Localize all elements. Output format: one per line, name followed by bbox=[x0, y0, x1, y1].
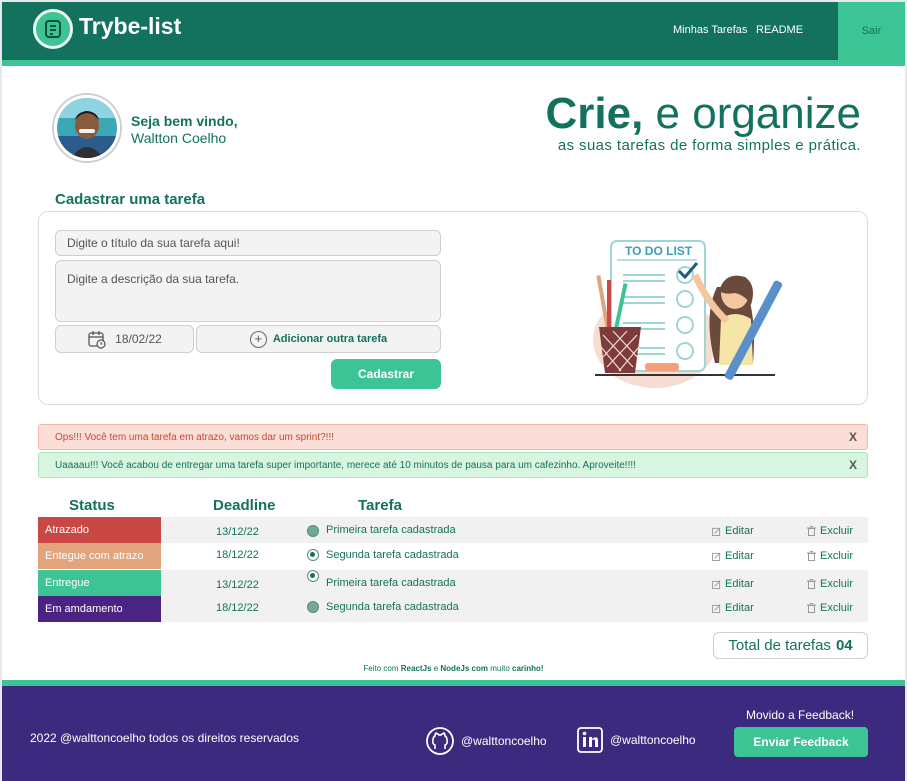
delete-label: Excluir bbox=[820, 602, 854, 614]
delivered-task-alert: Uaaaau!!! Você acabou de entregar uma ta… bbox=[38, 452, 868, 478]
delivered-task-alert-text: Uaaaau!!! Você acabou de entregar uma ta… bbox=[55, 459, 636, 471]
user-name: Waltton Coelho bbox=[131, 130, 227, 146]
delete-task-button[interactable]: Excluir bbox=[807, 550, 853, 562]
task-deadline: 18/12/22 bbox=[216, 549, 259, 561]
linkedin-link[interactable]: @walttoncoelho bbox=[576, 726, 696, 754]
nav-readme[interactable]: README bbox=[756, 24, 803, 36]
delete-label: Excluir bbox=[820, 525, 854, 537]
task-radio[interactable] bbox=[307, 525, 319, 537]
column-header-task: Tarefa bbox=[358, 497, 402, 514]
linkedin-icon bbox=[577, 727, 603, 753]
send-feedback-button[interactable]: Enviar Feedback bbox=[734, 727, 868, 757]
form-section-title: Cadastrar uma tarefa bbox=[55, 191, 206, 208]
late-task-alert-text: Ops!!! Você tem uma tarefa em atrazo, va… bbox=[55, 431, 335, 443]
trash-icon bbox=[807, 603, 816, 613]
hero-title-bold: Crie, bbox=[545, 89, 644, 138]
edit-icon bbox=[712, 552, 721, 561]
task-total-label: Total de tarefas bbox=[728, 637, 831, 654]
task-name: Segunda tarefa cadastrada bbox=[326, 549, 459, 561]
edit-icon bbox=[712, 527, 721, 536]
task-name: Primeira tarefa cadastrada bbox=[326, 524, 456, 536]
delete-task-button[interactable]: Excluir bbox=[807, 578, 853, 590]
todo-list-heading: TO DO LIST bbox=[625, 244, 693, 258]
feedback-prompt: Movido a Feedback! bbox=[746, 708, 855, 722]
edit-task-button[interactable]: Editar bbox=[712, 602, 754, 614]
made-with-react: ReactJs bbox=[400, 664, 432, 673]
made-with-suffix: carinho! bbox=[512, 664, 544, 673]
made-with-middle: muito bbox=[490, 664, 510, 673]
edit-icon bbox=[712, 580, 721, 589]
delete-label: Excluir bbox=[820, 550, 854, 562]
made-with-prefix: Feito com bbox=[363, 664, 399, 673]
calendar-icon bbox=[88, 331, 106, 349]
table-row bbox=[161, 596, 868, 622]
delete-label: Excluir bbox=[820, 578, 854, 590]
made-with-and: e bbox=[433, 664, 439, 673]
user-photo bbox=[57, 98, 117, 158]
avatar bbox=[54, 95, 120, 161]
status-badge: Entegue com atrazo bbox=[38, 543, 161, 569]
task-total-value: 04 bbox=[835, 637, 853, 654]
task-description-input[interactable]: Digite a descrição da sua tarefa. bbox=[55, 260, 441, 322]
edit-task-button[interactable]: Editar bbox=[712, 550, 754, 562]
hero: Crie, e organize as suas tarefas de form… bbox=[545, 88, 861, 154]
github-handle: @walttoncoelho bbox=[461, 734, 547, 748]
github-icon bbox=[426, 727, 454, 755]
task-total: Total de tarefas 04 bbox=[713, 632, 868, 659]
column-header-status: Status bbox=[69, 497, 115, 514]
status-badge: Entregue bbox=[38, 570, 161, 596]
task-name: Segunda tarefa cadastrada bbox=[326, 601, 459, 613]
add-another-task-label: Adicionar outra tarefa bbox=[272, 333, 388, 345]
task-radio[interactable] bbox=[307, 549, 319, 561]
delete-task-button[interactable]: Excluir bbox=[807, 602, 853, 614]
todo-list-illustration: TO DO LIST bbox=[593, 240, 783, 388]
linkedin-handle: @walttoncoelho bbox=[610, 733, 696, 747]
task-deadline: 18/12/22 bbox=[216, 602, 259, 614]
submit-task-button[interactable]: Cadastrar bbox=[331, 359, 441, 389]
made-with-text: Feito com ReactJs e NodeJs com muito car… bbox=[0, 664, 907, 673]
edit-label: Editar bbox=[725, 550, 754, 562]
edit-task-button[interactable]: Editar bbox=[712, 578, 754, 590]
task-name: Primeira tarefa cadastrada bbox=[326, 577, 456, 589]
task-deadline: 13/12/22 bbox=[216, 579, 259, 591]
copyright-text: 2022 @walttoncoelho todos os direitos re… bbox=[30, 731, 300, 745]
table-row bbox=[161, 517, 868, 543]
app-title[interactable]: Trybe-list bbox=[79, 13, 181, 40]
delete-task-button[interactable]: Excluir bbox=[807, 525, 853, 537]
edit-label: Editar bbox=[725, 578, 754, 590]
welcome-text: Seja bem vindo, bbox=[131, 113, 238, 129]
deadline-date-input[interactable]: 18/02/22 bbox=[55, 325, 194, 353]
edit-icon bbox=[712, 604, 721, 613]
nav-my-tasks[interactable]: Minhas Tarefas bbox=[673, 24, 747, 36]
app-logo[interactable] bbox=[33, 9, 73, 49]
hero-subtitle: as suas tarefas de forma simples e práti… bbox=[557, 137, 861, 154]
date-value: 18/02/22 bbox=[115, 332, 162, 346]
table-row bbox=[161, 570, 868, 596]
status-badge: Atrazado bbox=[38, 517, 161, 543]
hero-title: Crie, e organize bbox=[545, 88, 861, 140]
close-late-alert-button[interactable]: X bbox=[849, 430, 857, 444]
trash-icon bbox=[807, 526, 816, 536]
status-badge: Em amdamento bbox=[38, 596, 161, 622]
column-header-deadline: Deadline bbox=[213, 497, 276, 514]
trash-icon bbox=[807, 579, 816, 589]
edit-label: Editar bbox=[725, 602, 754, 614]
edit-label: Editar bbox=[725, 525, 754, 537]
edit-task-button[interactable]: Editar bbox=[712, 525, 754, 537]
close-delivered-alert-button[interactable]: X bbox=[849, 458, 857, 472]
late-task-alert: Ops!!! Você tem uma tarefa em atrazo, va… bbox=[38, 424, 868, 450]
github-link[interactable]: @walttoncoelho bbox=[425, 726, 547, 756]
task-radio[interactable] bbox=[307, 601, 319, 613]
plus-icon: + bbox=[249, 330, 267, 348]
table-row bbox=[161, 543, 868, 569]
trash-icon bbox=[807, 551, 816, 561]
task-title-input[interactable]: Digite o título da sua tarefa aqui! bbox=[55, 230, 441, 256]
logout-button[interactable]: Sair bbox=[838, 2, 905, 60]
task-deadline: 13/12/22 bbox=[216, 526, 259, 538]
notepad-icon bbox=[45, 20, 61, 38]
task-radio[interactable] bbox=[307, 570, 319, 582]
made-with-node: NodeJs com bbox=[440, 664, 488, 673]
hero-title-rest: e organize bbox=[643, 89, 861, 138]
add-another-task-button[interactable]: + Adicionar outra tarefa bbox=[196, 325, 441, 353]
